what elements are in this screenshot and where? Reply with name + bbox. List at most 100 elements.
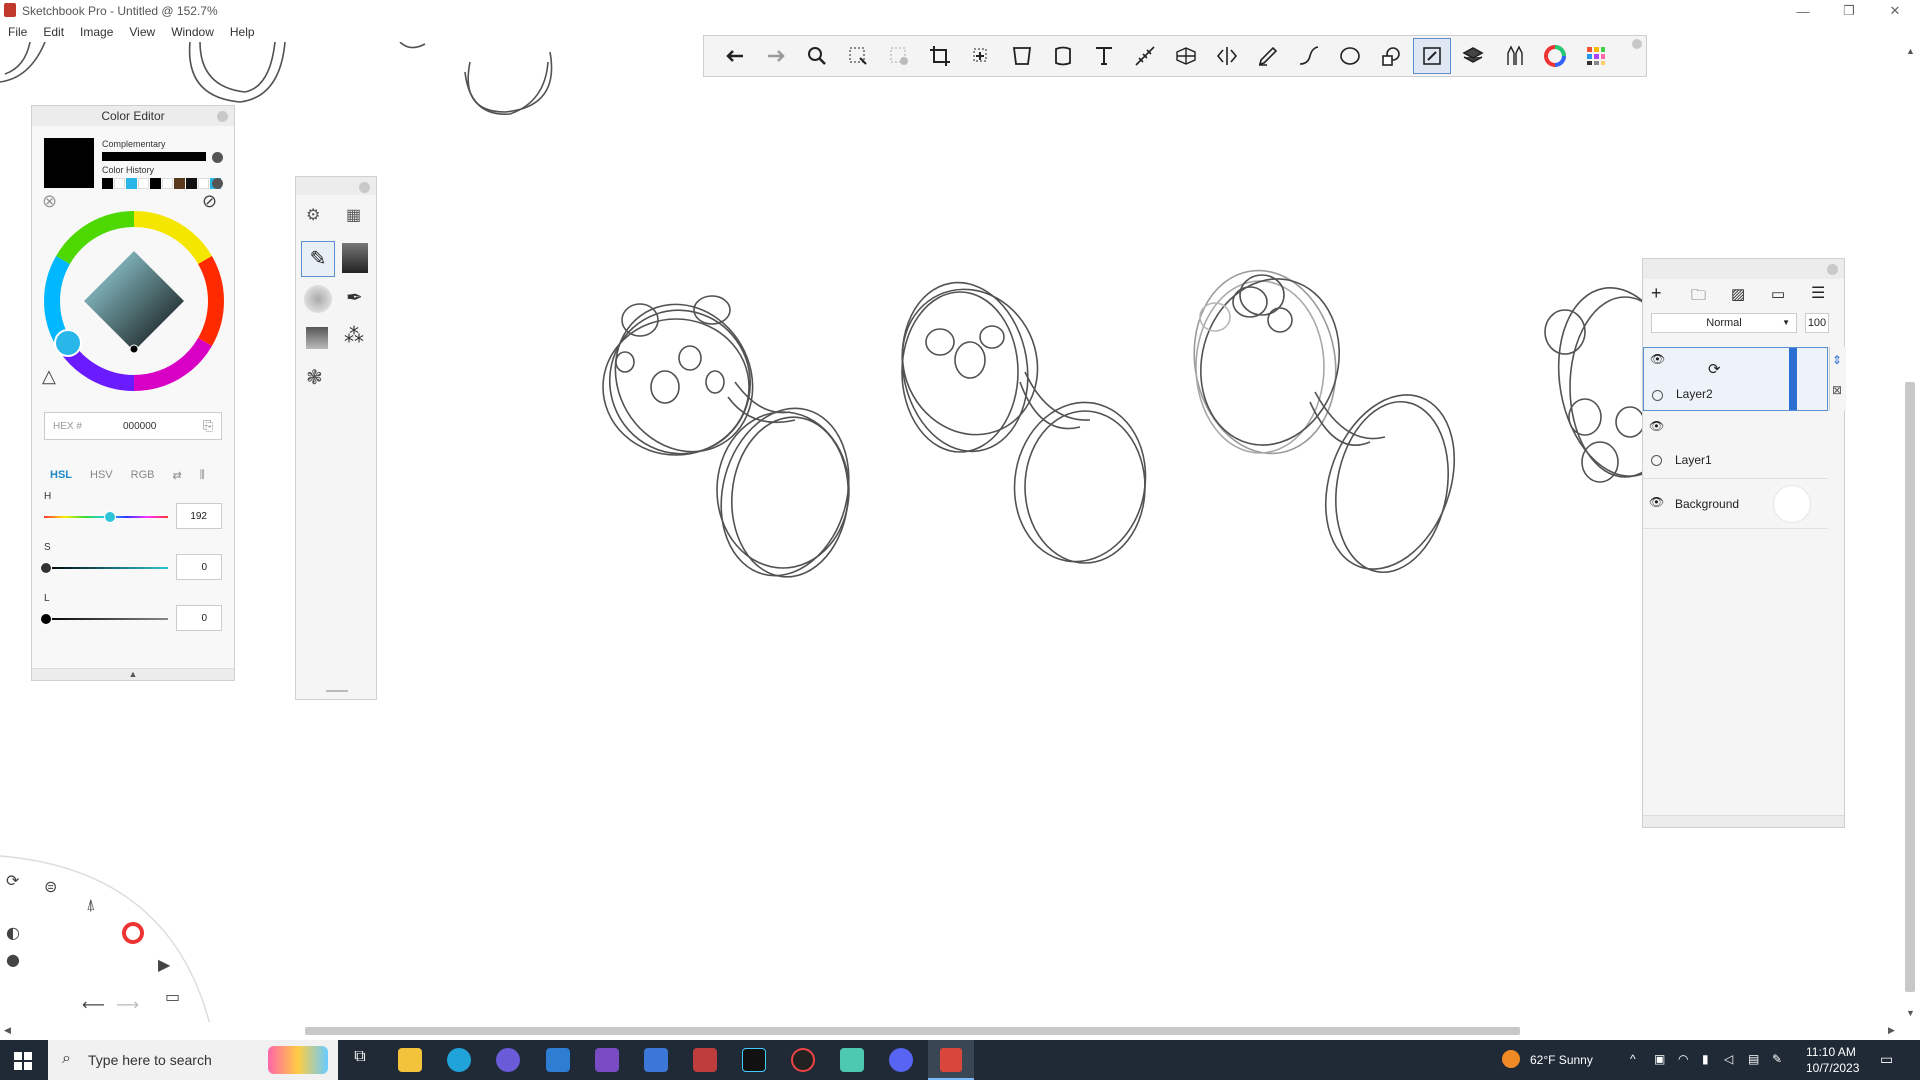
add-layer-icon[interactable]: + [1651, 283, 1662, 304]
lightness-slider-track[interactable] [44, 618, 168, 620]
complementary-swatch[interactable] [102, 152, 206, 161]
edge-icon[interactable] [447, 1048, 471, 1072]
visibility-eye-icon[interactable]: 👁 [1649, 495, 1664, 509]
scroll-up-icon[interactable]: ▲ [1906, 46, 1915, 56]
obs-icon[interactable] [791, 1048, 815, 1072]
lasso-select-icon[interactable] [880, 38, 918, 74]
layer-row-layer2[interactable]: 👁 ⟳ Layer2 [1643, 347, 1828, 411]
lagoon-undo-icon[interactable]: ⟵ [82, 995, 105, 1014]
history-swatch[interactable] [126, 178, 137, 189]
crop-icon[interactable] [921, 38, 959, 74]
layer-row-layer1[interactable]: 👁 Layer1 [1643, 413, 1828, 479]
tray-icon[interactable]: ▣ [1654, 1052, 1665, 1066]
color-dot-icon[interactable]: ● [6, 950, 20, 969]
copic-icon[interactable] [1495, 38, 1533, 74]
history-swatch[interactable] [186, 178, 197, 189]
visibility-eye-icon[interactable]: 👁 [1649, 419, 1664, 433]
panel-close-icon[interactable] [1827, 264, 1838, 275]
clock-date[interactable]: 10/7/2023 [1806, 1061, 1859, 1075]
texture-brush-icon[interactable]: ❃ [306, 365, 323, 390]
sliders-icon[interactable]: ⫼ [200, 469, 205, 482]
lagoon-color-wheel-icon[interactable] [122, 922, 144, 944]
hex-field[interactable]: HEX # 000000 ⎘ [44, 412, 222, 440]
saturation-slider-knob[interactable] [40, 562, 52, 574]
distort-icon[interactable] [1003, 38, 1041, 74]
battery-icon[interactable]: ▤ [1748, 1052, 1759, 1066]
current-color-swatch[interactable] [44, 138, 94, 188]
pencil-brush-icon[interactable]: ✎ [301, 241, 335, 277]
menu-window[interactable]: Window [163, 22, 222, 42]
s-value-field[interactable]: 0 [176, 554, 222, 580]
curve-icon[interactable] [1290, 38, 1328, 74]
swatches-icon[interactable] [1577, 38, 1615, 74]
l-value-field[interactable]: 0 [176, 605, 222, 631]
history-swatch[interactable] [174, 178, 185, 189]
restore-icon[interactable]: ❐ [1826, 0, 1872, 22]
tab-hsl[interactable]: HSL [50, 469, 72, 482]
history-expand-icon[interactable] [212, 178, 223, 189]
complementary-expand-icon[interactable] [212, 152, 223, 163]
symmetry-icon[interactable] [1208, 38, 1246, 74]
layer-opacity-bar[interactable] [1789, 348, 1797, 410]
weather-text[interactable]: 62°F Sunny [1530, 1053, 1593, 1067]
photo-app-icon[interactable] [693, 1048, 717, 1072]
add-image-icon[interactable]: ▨ [1731, 285, 1745, 303]
shuffle-icon[interactable]: ⇄ [172, 469, 181, 482]
lagoon-ruler-icon[interactable]: ▭ [165, 987, 180, 1006]
clock-time[interactable]: 11:10 AM [1806, 1045, 1856, 1059]
volume-icon[interactable]: ◁ [1724, 1052, 1733, 1066]
history-swatch[interactable] [138, 178, 149, 189]
collapse-icon[interactable]: ▲ [32, 668, 234, 680]
ruler-icon[interactable] [1126, 38, 1164, 74]
merge-layer-icon[interactable]: ⊠ [1832, 383, 1842, 397]
brush-library-toggle-icon[interactable]: ▦ [346, 205, 361, 225]
copilot-icon[interactable] [496, 1048, 520, 1072]
perspective-icon[interactable] [1167, 38, 1205, 74]
close-icon[interactable]: ✕ [1872, 0, 1918, 22]
visual-studio-icon[interactable] [595, 1048, 619, 1072]
brush-properties-icon[interactable]: ⚙ [306, 205, 320, 225]
saturation-slider-track[interactable] [44, 567, 168, 569]
shapes-icon[interactable] [1372, 38, 1410, 74]
menu-edit[interactable]: Edit [35, 22, 72, 42]
layer-lock-icon[interactable] [1651, 455, 1662, 466]
task-view-icon[interactable]: ⧉ [348, 1048, 372, 1072]
panel-close-icon[interactable] [217, 111, 228, 122]
menu-file[interactable]: File [0, 22, 35, 42]
toolbar-close-icon[interactable] [1632, 39, 1642, 49]
menu-help[interactable]: Help [222, 22, 263, 42]
layer-transform-icon[interactable]: ⟳ [1708, 360, 1721, 378]
drawing-canvas[interactable] [0, 42, 1900, 1022]
blend-mode-select[interactable]: Normal ▼ [1651, 313, 1797, 333]
vertical-scroll-thumb[interactable] [1905, 382, 1915, 992]
pen-tray-icon[interactable]: ✎ [1772, 1052, 1782, 1066]
layer-row-background[interactable]: 👁 Background [1643, 481, 1828, 529]
background-color-swatch[interactable] [1773, 485, 1811, 523]
copy-icon[interactable]: ⎘ [203, 418, 213, 434]
h-value-field[interactable]: 192 [176, 503, 222, 529]
ink-pen-icon[interactable]: ✒ [346, 285, 363, 310]
move-layer-icon[interactable]: ⇕ [1832, 353, 1842, 367]
lagoon-redo-icon[interactable]: ⟶ [116, 995, 139, 1014]
warp-icon[interactable] [1044, 38, 1082, 74]
transform-icon[interactable] [962, 38, 1000, 74]
paint-brush-icon[interactable] [306, 327, 328, 349]
store-icon[interactable] [644, 1048, 668, 1072]
splatter-brush-icon[interactable]: ⁂ [344, 323, 364, 348]
tab-rgb[interactable]: RGB [131, 469, 155, 482]
pen-icon[interactable] [1249, 38, 1287, 74]
file-explorer-icon[interactable] [398, 1048, 422, 1072]
scroll-right-icon[interactable]: ▶ [1888, 1025, 1895, 1036]
lightness-slider-knob[interactable] [40, 613, 52, 625]
add-group-icon[interactable]: 🗀 [1691, 285, 1706, 310]
menu-view[interactable]: View [121, 22, 163, 42]
layer-menu-icon[interactable]: ☰ [1811, 283, 1825, 303]
notifications-icon[interactable]: ▭ [1880, 1051, 1893, 1068]
history-swatch[interactable] [102, 178, 113, 189]
vertical-scrollbar[interactable]: ▲ ▼ [1900, 42, 1920, 1022]
hue-slider-knob[interactable] [104, 511, 116, 523]
text-icon[interactable] [1085, 38, 1123, 74]
brush-tool-icon[interactable]: ⍋ [86, 895, 96, 914]
expand-arrow-icon[interactable]: ▶ [158, 955, 171, 974]
undo-icon[interactable] [716, 38, 754, 74]
